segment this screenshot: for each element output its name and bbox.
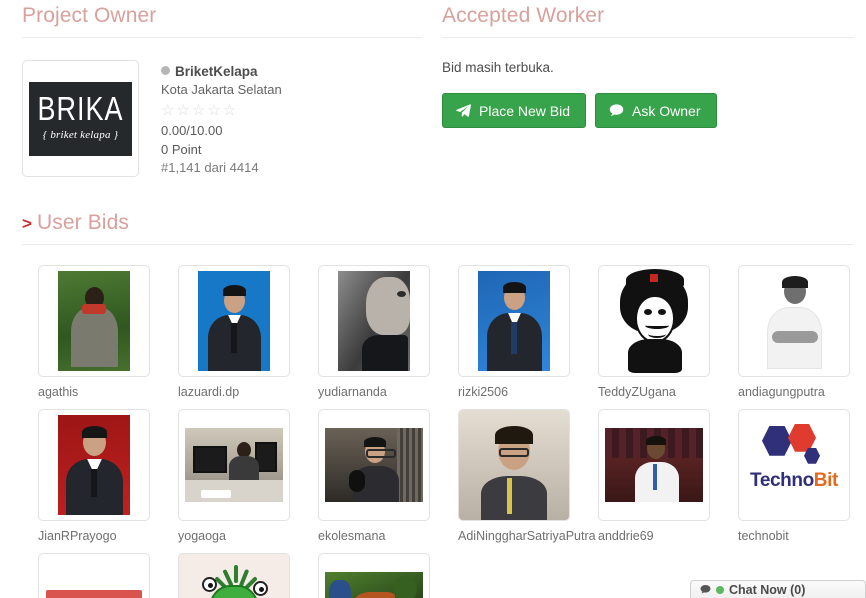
brika-logo-wordmark: BRIKA [37, 90, 124, 128]
bidder-avatar[interactable] [318, 552, 430, 598]
bidder-avatar[interactable]: PAWPAW-PROJECT [38, 552, 150, 598]
bidder-username[interactable]: anddrie69 [598, 527, 738, 545]
monster-illustration [184, 559, 284, 598]
technobit-logo: TechnoBit [742, 421, 846, 508]
list-item[interactable]: PAWPAW-PROJECT [38, 552, 178, 598]
avatar-image [39, 410, 149, 520]
avatar-image [319, 266, 429, 376]
chevron-right-icon: > [22, 213, 33, 233]
avatar-image [39, 266, 149, 376]
pawpaw-project-banner: PAWPAW-PROJECT [46, 589, 142, 598]
chat-icon [700, 584, 711, 595]
list-item[interactable]: rizki2506 [458, 264, 598, 401]
project-detail-page: Project Owner BRIKA { briket kelapa } Br… [0, 0, 866, 598]
accepted-worker-column: Accepted Worker Bid masih terbuka. Place… [434, 0, 866, 178]
ask-owner-button[interactable]: Ask Owner [595, 93, 717, 128]
paper-plane-icon [456, 103, 471, 118]
bidder-username[interactable]: JianRPrayogo [38, 527, 178, 545]
bidder-username[interactable]: andiagungputra [738, 383, 866, 401]
avatar-image [599, 410, 709, 520]
list-item[interactable]: yudiarnanda [318, 264, 458, 401]
online-dot-icon [716, 585, 724, 594]
avatar-image: PAWPAW-PROJECT [39, 554, 149, 598]
bidder-avatar[interactable] [458, 408, 570, 521]
user-bids-heading: > User Bids [22, 207, 854, 245]
list-item[interactable]: ekolesmana [318, 408, 458, 545]
list-item[interactable]: anddrie69 [598, 408, 738, 545]
bidder-avatar[interactable] [178, 408, 290, 521]
bidder-avatar[interactable] [38, 408, 150, 521]
brika-logo-tagline: { briket kelapa } [42, 129, 119, 141]
list-item[interactable]: yogaoga [178, 408, 318, 545]
list-item[interactable]: JianRPrayogo [38, 408, 178, 545]
list-item[interactable]: andiagungputra [738, 264, 866, 401]
owner-meta: BriketKelapa Kota Jakarta Selatan ☆☆☆☆☆ … [139, 60, 282, 178]
brika-logo: BRIKA { briket kelapa } [29, 81, 132, 156]
bidder-username[interactable]: lazuardi.dp [178, 383, 318, 401]
owner-rating-value: 0.00/10.00 [161, 123, 223, 139]
avatar-image [459, 266, 569, 376]
online-status-dot-icon [161, 66, 170, 75]
place-new-bid-button[interactable]: Place New Bid [442, 93, 587, 128]
project-owner-card: BRIKA { briket kelapa } BriketKelapa Kot… [22, 38, 422, 178]
list-item[interactable]: AdiNinggharSatriyaPutra [458, 408, 598, 545]
user-bids-heading-label: User Bids [37, 210, 129, 234]
list-item[interactable]: TeddyZUgana [598, 264, 738, 401]
owner-location: Kota Jakarta Selatan [161, 82, 282, 98]
bidder-username[interactable]: AdiNinggharSatriyaPutra [458, 527, 598, 545]
avatar-image [459, 409, 569, 520]
avatar-image [179, 554, 289, 598]
bid-status-text: Bid masih terbuka. [442, 60, 554, 75]
list-item[interactable]: agathis [38, 264, 178, 401]
user-bids-grid: agathis lazuardi.dp yudiarnanda rizki250… [0, 264, 866, 598]
place-new-bid-label: Place New Bid [479, 102, 571, 119]
bidder-avatar[interactable] [38, 264, 150, 377]
owner-rating-stars-icon: ☆☆☆☆☆ [161, 101, 239, 119]
bidder-username[interactable]: rizki2506 [458, 383, 598, 401]
bidder-avatar[interactable] [178, 264, 290, 377]
bidder-avatar[interactable] [598, 408, 710, 521]
chat-widget-bar[interactable]: Chat Now (0) [690, 580, 866, 598]
owner-points: 0 Point [161, 141, 202, 157]
bidder-avatar[interactable]: TechnoBit [738, 408, 850, 521]
bidder-avatar[interactable] [178, 552, 290, 598]
project-owner-column: Project Owner BRIKA { briket kelapa } Br… [0, 0, 434, 178]
bidder-username[interactable]: TeddyZUgana [598, 383, 738, 401]
bidder-avatar[interactable] [458, 264, 570, 377]
avatar-image [319, 554, 429, 598]
chat-now-label: Chat Now (0) [729, 582, 806, 597]
bidder-avatar[interactable] [318, 408, 430, 521]
list-item[interactable] [178, 552, 318, 598]
avatar-image [179, 410, 289, 520]
worker-action-buttons: Place New Bid Ask Owner [442, 93, 854, 128]
list-item[interactable]: TechnoBit technobit [738, 408, 866, 545]
avatar-image [179, 266, 289, 376]
accepted-worker-heading: Accepted Worker [442, 0, 854, 38]
ask-owner-label: Ask Owner [632, 102, 701, 119]
list-item[interactable] [318, 552, 458, 598]
owner-name-row: BriketKelapa [161, 62, 282, 81]
bidder-username[interactable]: technobit [738, 527, 866, 545]
accepted-worker-body: Bid masih terbuka. Place New Bid Ask Own… [442, 38, 854, 128]
top-columns: Project Owner BRIKA { briket kelapa } Br… [0, 0, 866, 178]
owner-rank: #1,141 dari 4414 [161, 160, 259, 176]
avatar-image: TechnoBit [739, 410, 849, 520]
bidder-username[interactable]: agathis [38, 383, 178, 401]
avatar-image [739, 266, 849, 376]
project-owner-heading: Project Owner [22, 0, 422, 38]
owner-logo-thumbnail[interactable]: BRIKA { briket kelapa } [22, 60, 139, 177]
owner-username[interactable]: BriketKelapa [175, 64, 258, 79]
comment-icon [609, 103, 624, 118]
list-item[interactable]: lazuardi.dp [178, 264, 318, 401]
avatar-image [319, 410, 429, 520]
bidder-avatar[interactable] [738, 264, 850, 377]
avatar-image [599, 266, 709, 376]
guy-fawkes-mask-icon [606, 268, 702, 373]
bidder-username[interactable]: yogaoga [178, 527, 318, 545]
bidder-username[interactable]: yudiarnanda [318, 383, 458, 401]
bidder-avatar[interactable] [598, 264, 710, 377]
bidder-avatar[interactable] [318, 264, 430, 377]
user-bids-header-wrap: > User Bids [0, 207, 866, 245]
bidder-username[interactable]: ekolesmana [318, 527, 458, 545]
